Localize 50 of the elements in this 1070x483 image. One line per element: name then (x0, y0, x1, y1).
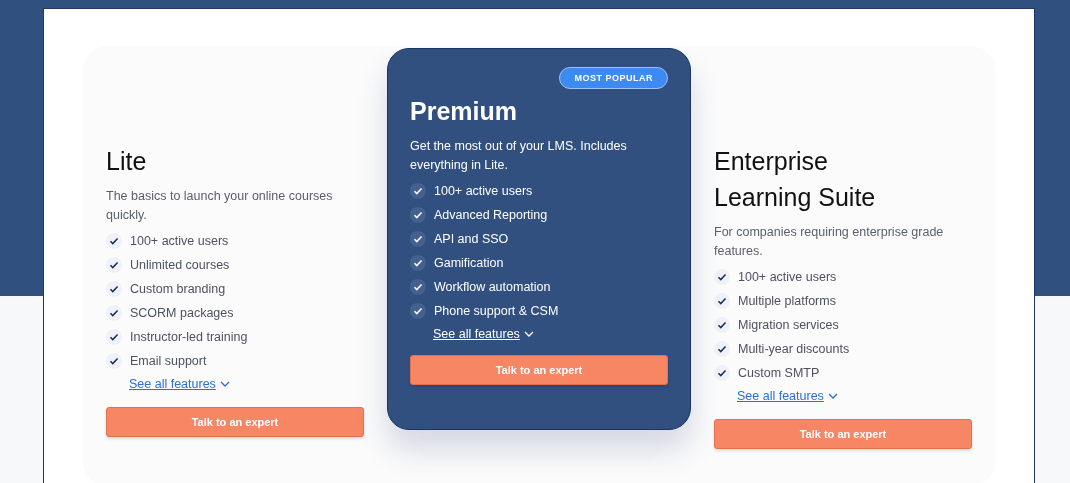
talk-to-expert-button[interactable]: Talk to an expert (106, 407, 364, 437)
feature-text: Multi-year discounts (738, 342, 850, 356)
check-icon (106, 329, 122, 345)
check-icon (106, 281, 122, 297)
chevron-down-icon (827, 392, 838, 400)
check-icon (106, 257, 122, 273)
talk-to-expert-button[interactable]: Talk to an expert (410, 355, 668, 385)
check-icon (714, 341, 730, 357)
check-icon (106, 353, 122, 369)
see-all-features-link[interactable]: See all features (737, 389, 838, 403)
see-all-features-link[interactable]: See all features (433, 327, 534, 341)
feature-text: Custom SMTP (738, 366, 820, 380)
feature-text: 100+ active users (434, 184, 533, 198)
feature-text: Gamification (434, 256, 504, 270)
check-icon (106, 233, 122, 249)
check-icon (714, 269, 730, 285)
plan-title: Enterprise Learning Suite (714, 146, 877, 213)
plan-description: Get the most out of your LMS. Includes everything in Lite. (410, 138, 628, 174)
feature-text: Unlimited courses (130, 258, 230, 272)
see-all-features-link[interactable]: See all features (129, 377, 230, 391)
check-icon (714, 293, 730, 309)
feature-text: Instructor-led training (130, 330, 248, 344)
chevron-down-icon (219, 380, 230, 388)
talk-to-expert-button[interactable]: Talk to an expert (714, 419, 972, 449)
feature-text: 100+ active users (130, 234, 229, 248)
feature-text: 100+ active users (738, 270, 837, 284)
feature-text: Email support (130, 354, 207, 368)
plan-title: Lite (106, 146, 148, 177)
check-icon (410, 207, 426, 223)
check-icon (410, 303, 426, 319)
check-icon (410, 183, 426, 199)
plan-description: For companies requiring enterprise grade features. (714, 224, 945, 260)
check-icon (106, 305, 122, 321)
feature-text: SCORM packages (130, 306, 234, 320)
check-icon (410, 279, 426, 295)
feature-text: Custom branding (130, 282, 226, 296)
feature-text: Phone support & CSM (434, 304, 559, 318)
chevron-down-icon (523, 330, 534, 338)
feature-text: Advanced Reporting (434, 208, 548, 222)
plan-description: The basics to launch your online courses quickly. (106, 188, 334, 224)
feature-text: Workflow automation (434, 280, 551, 294)
check-icon (410, 255, 426, 271)
feature-text: API and SSO (434, 232, 509, 246)
check-icon (714, 365, 730, 381)
check-icon (410, 231, 426, 247)
popular-badge: MOST POPULAR (559, 67, 668, 89)
feature-text: Multiple platforms (738, 294, 836, 308)
check-icon (714, 317, 730, 333)
feature-text: Migration services (738, 318, 839, 332)
plan-title: Premium (410, 96, 518, 127)
